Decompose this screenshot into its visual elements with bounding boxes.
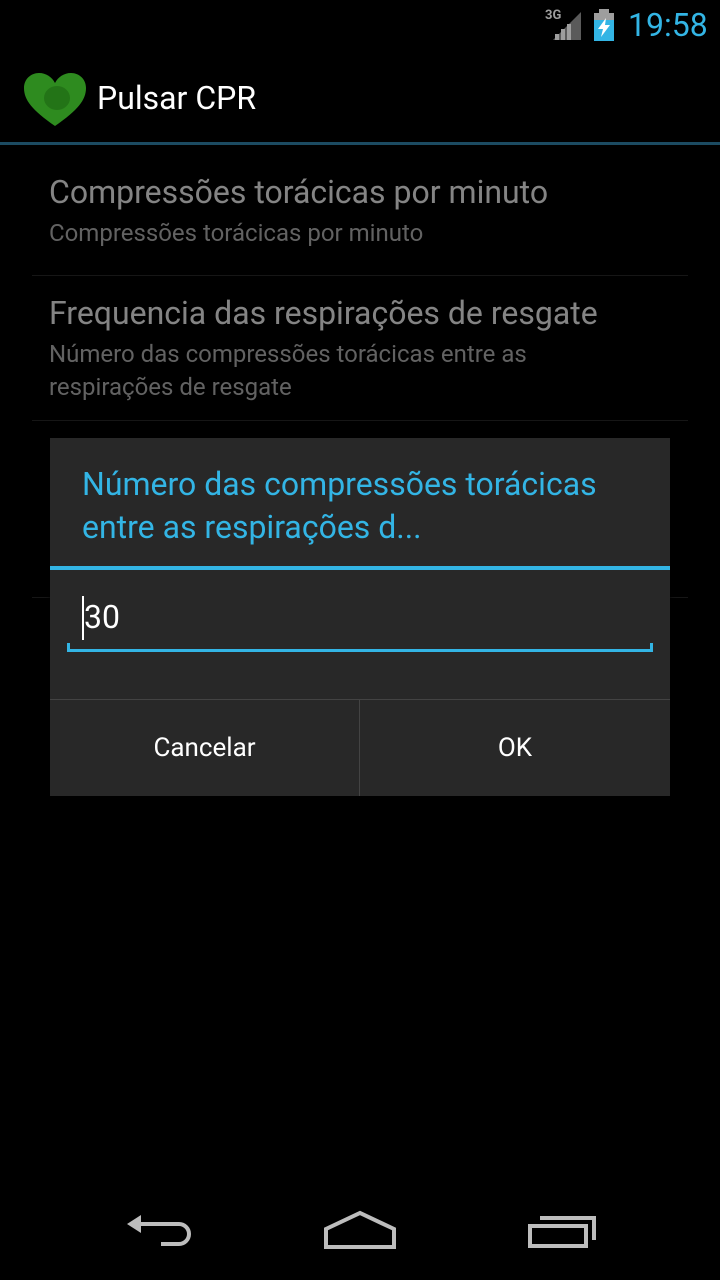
preference-summary: Número das compressões torácicas entre a… bbox=[49, 340, 527, 401]
input-underline bbox=[67, 649, 653, 652]
back-button[interactable] bbox=[100, 1184, 220, 1280]
app-title: Pulsar CPR bbox=[97, 79, 257, 117]
home-icon bbox=[322, 1209, 398, 1255]
back-icon bbox=[125, 1210, 195, 1254]
battery-charging-icon bbox=[592, 9, 616, 45]
preference-item-compressions-per-minute[interactable]: Compressões torácicas por minuto Compres… bbox=[32, 173, 688, 250]
compressions-count-input[interactable]: 30 bbox=[67, 586, 653, 652]
ok-button[interactable]: OK bbox=[360, 700, 670, 796]
input-underline-tick bbox=[650, 643, 653, 652]
action-bar-divider bbox=[0, 142, 720, 145]
action-bar: Pulsar CPR bbox=[0, 50, 720, 144]
divider bbox=[32, 420, 688, 421]
navigation-bar bbox=[0, 1184, 720, 1280]
recents-icon bbox=[526, 1210, 598, 1254]
recents-button[interactable] bbox=[502, 1184, 622, 1280]
preference-item-rescue-breaths-frequency[interactable]: Frequencia das respirações de resgate Nú… bbox=[32, 294, 688, 404]
preference-title: Compressões torácicas por minuto bbox=[49, 173, 549, 211]
input-value: 30 bbox=[84, 598, 120, 636]
number-input-dialog: Número das compressões torácicas entre a… bbox=[50, 438, 670, 796]
divider bbox=[32, 275, 688, 276]
dialog-title: Número das compressões torácicas entre a… bbox=[82, 465, 597, 546]
preference-summary: Compressões torácicas por minuto bbox=[49, 219, 424, 247]
home-button[interactable] bbox=[300, 1184, 420, 1280]
signal-icon bbox=[553, 10, 583, 44]
dialog-title-divider bbox=[50, 566, 670, 570]
heart-logo-icon[interactable] bbox=[22, 72, 88, 132]
preference-title: Frequencia das respirações de resgate bbox=[49, 294, 598, 332]
input-underline-tick bbox=[67, 643, 70, 652]
cancel-button[interactable]: Cancelar bbox=[50, 700, 359, 796]
clock: 19:58 bbox=[628, 6, 708, 44]
status-bar: 3G 19:58 bbox=[0, 0, 720, 50]
